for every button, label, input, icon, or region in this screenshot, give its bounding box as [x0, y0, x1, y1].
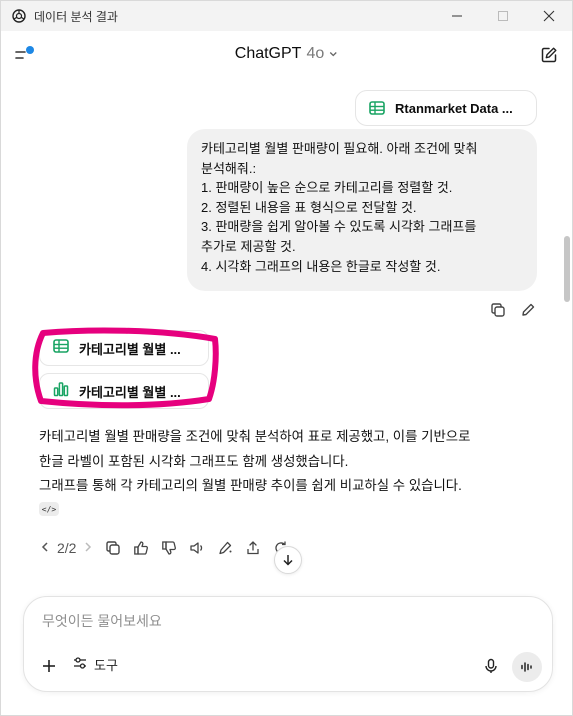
- read-aloud-icon[interactable]: [188, 539, 206, 557]
- edit-canvas-icon[interactable]: [216, 539, 234, 557]
- chat-header: ChatGPT 4o: [1, 31, 572, 81]
- title-bar: 데이터 분석 결과: [1, 1, 572, 31]
- user-message-line: 카테고리별 월별 판매량이 필요해. 아래 조건에 맞춰: [201, 141, 478, 156]
- copy-icon[interactable]: [489, 301, 507, 319]
- model-name: ChatGPT: [234, 45, 302, 62]
- chevron-right-icon[interactable]: [82, 540, 94, 556]
- scrollbar-thumb[interactable]: [564, 236, 570, 302]
- copy-icon[interactable]: [104, 539, 122, 557]
- new-chat-icon[interactable]: [538, 44, 560, 66]
- assistant-message-line: 카테고리별 월별 판매량을 조건에 맞춰 분석하여 표로 제공했고, 이를 기반…: [39, 429, 471, 444]
- spreadsheet-icon: [368, 99, 386, 117]
- close-button[interactable]: [526, 1, 572, 31]
- view-code-badge[interactable]: </>: [39, 502, 59, 516]
- attached-file-name: Rtanmarket Data ...: [395, 100, 513, 116]
- chatgpt-logo-icon: [10, 7, 28, 25]
- window-title: 데이터 분석 결과: [34, 9, 118, 24]
- sidebar-toggle-icon[interactable]: [14, 44, 36, 66]
- app-window: 데이터 분석 결과 ChatGPT 4o Rtanmarket Data ...…: [0, 0, 573, 716]
- pager-count: 2/2: [57, 540, 77, 556]
- share-icon[interactable]: [244, 539, 262, 557]
- magenta-highlight-annotation: [32, 327, 219, 409]
- chevron-left-icon[interactable]: [39, 540, 51, 556]
- assistant-message-text: 카테고리별 월별 판매량을 조건에 맞춰 분석하여 표로 제공했고, 이를 기반…: [39, 425, 549, 499]
- user-message-actions: [489, 301, 537, 319]
- scroll-to-bottom-button[interactable]: [274, 546, 302, 574]
- response-pager: 2/2: [39, 540, 94, 556]
- window-controls: [434, 1, 572, 31]
- chevron-down-icon: [328, 49, 338, 59]
- arrow-down-icon: [283, 555, 293, 566]
- user-message-line: 2. 정렬된 내용을 표 형식으로 전달할 것.: [201, 199, 417, 215]
- message-composer: 무엇이든 물어보세요 도구: [23, 596, 553, 692]
- user-message-bubble: 카테고리별 월별 판매량이 필요해. 아래 조건에 맞춰 분석해줘.: 1. 판…: [187, 129, 537, 291]
- chat-thread: Rtanmarket Data ... 카테고리별 월별 판매량이 필요해. 아…: [1, 81, 561, 591]
- waveform-icon: [521, 662, 532, 672]
- chat-scrollbar[interactable]: [562, 81, 572, 591]
- thumbs-down-icon[interactable]: [160, 539, 178, 557]
- user-message-line: 추가로 제공할 것.: [201, 238, 296, 254]
- maximize-button[interactable]: [480, 1, 526, 31]
- assistant-message-toolbar: 2/2: [39, 537, 290, 559]
- tools-label: 도구: [94, 658, 118, 673]
- prompt-input[interactable]: 무엇이든 물어보세요: [42, 611, 162, 631]
- attached-file-chip[interactable]: Rtanmarket Data ...: [355, 90, 537, 126]
- minimize-button[interactable]: [434, 1, 480, 31]
- user-message-line: 3. 판매량을 쉽게 알아볼 수 있도록 시각화 그래프를: [201, 219, 477, 235]
- assistant-message-line: 한글 라벨이 포함된 시각화 그래프도 함께 생성했습니다.: [39, 453, 349, 469]
- microphone-icon[interactable]: [482, 657, 500, 675]
- tools-button[interactable]: 도구: [72, 655, 118, 674]
- voice-mode-button[interactable]: [512, 652, 542, 682]
- assistant-message-line: 그래프를 통해 각 카테고리의 월별 판매량 추이를 쉽게 비교하실 수 있습니…: [39, 478, 462, 494]
- plus-icon[interactable]: [40, 657, 58, 675]
- edit-pencil-icon[interactable]: [519, 301, 537, 319]
- thumbs-up-icon[interactable]: [132, 539, 150, 557]
- model-version: 4o: [306, 45, 325, 62]
- user-message-line: 4. 시각화 그래프의 내용은 한글로 작성할 것.: [201, 258, 441, 274]
- user-message-line: 1. 판매량이 높은 순으로 카테고리를 정렬할 것.: [201, 180, 453, 196]
- model-selector[interactable]: ChatGPT 4o: [235, 45, 338, 63]
- sliders-icon: [72, 655, 88, 674]
- user-message-line: 분석해줘.:: [201, 160, 257, 176]
